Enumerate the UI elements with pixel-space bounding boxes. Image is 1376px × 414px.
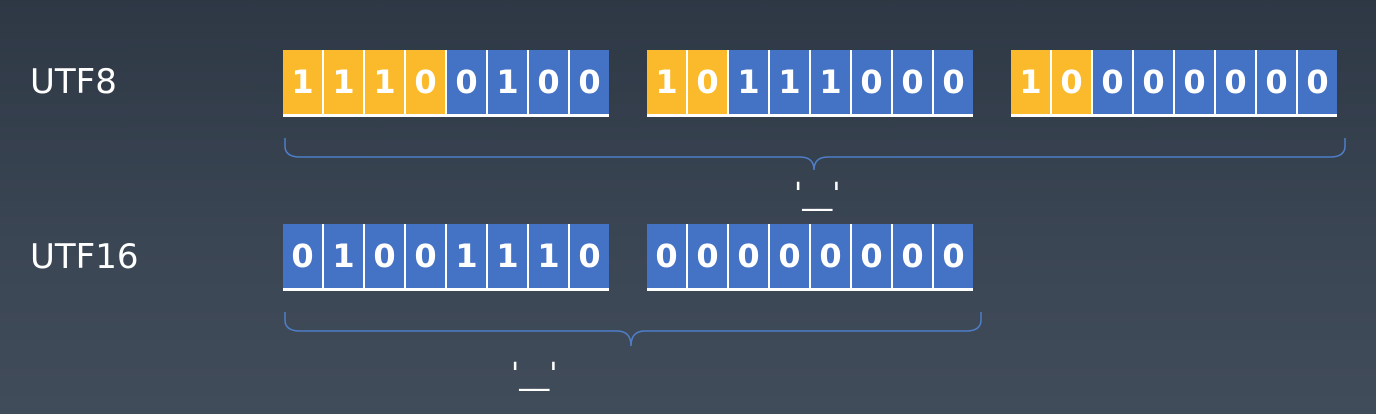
utf16-brace <box>284 312 982 347</box>
utf16-char-label: '__' <box>511 357 558 392</box>
